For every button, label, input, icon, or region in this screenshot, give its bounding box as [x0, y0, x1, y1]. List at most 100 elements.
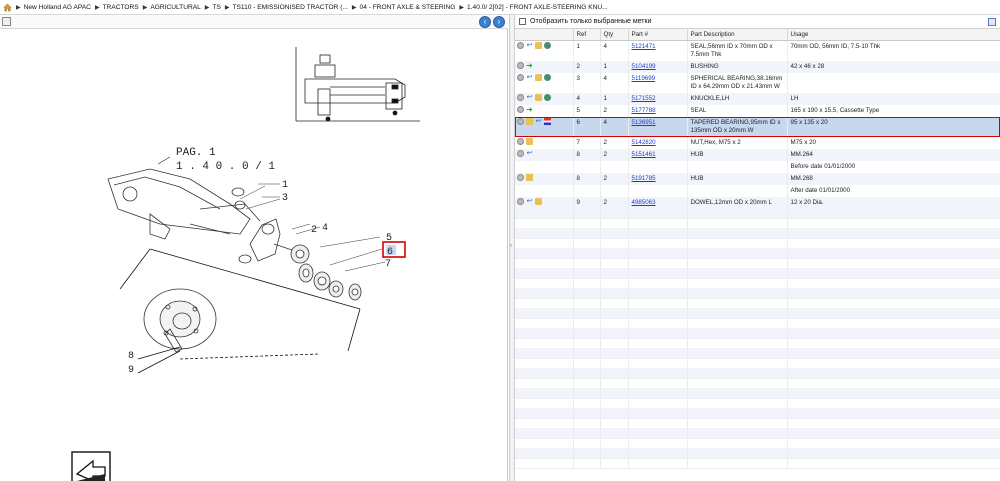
breadcrumb-item[interactable]: 04 - FRONT AXLE & STEERING [360, 4, 456, 11]
info-circle-icon[interactable] [517, 173, 524, 181]
info-circle-icon[interactable] [517, 73, 524, 81]
breadcrumb-item[interactable]: TRACTORS [103, 4, 139, 11]
empty-cell [600, 408, 629, 419]
hierarchy-icon[interactable] [535, 93, 542, 101]
table-row[interactable]: ↩ 1 4 5121471 SEAL,56mm ID x 70mm OD x 7.5mm… [515, 40, 1000, 61]
part-number-link[interactable]: 5191785 [632, 175, 656, 182]
info-circle-icon[interactable] [517, 93, 524, 101]
diagram-panel: ‹ › PAG. 1 1 . 4 0 . 0 / 1 1 3 2 4 5 6 7… [0, 15, 508, 481]
table-row[interactable]: ➜ 2 1 5104199 BUSHING 42 x 46 x 28 [515, 60, 1000, 73]
breadcrumb-item[interactable]: TS [212, 4, 220, 11]
table-row[interactable]: ↩ 9 2 4985063 DOWEL,12mm OD x 20mm L 12 x 20 … [515, 196, 1000, 209]
replacement-arrow-icon[interactable]: ➜ [526, 61, 533, 69]
flag-icon[interactable] [544, 117, 551, 125]
return-arrow-icon[interactable]: ↩ [526, 42, 533, 49]
table-row[interactable]: ↩ 3 4 5119699 SPHERICAL BEARING,38.16mm ID x… [515, 72, 1000, 93]
next-page-arrow-icon[interactable] [71, 451, 111, 481]
part-number-link[interactable]: 5136951 [632, 119, 656, 126]
row-ref: 9 [573, 196, 601, 209]
info-circle-icon[interactable] [517, 105, 524, 113]
hierarchy-icon[interactable] [526, 137, 533, 145]
table-row[interactable]: ↩ 4 1 5171552 KNUCKLE,LH LH [515, 92, 1000, 105]
empty-cell [787, 208, 1000, 219]
part-number-link[interactable]: 5121471 [632, 43, 656, 50]
info-circle-icon[interactable] [517, 149, 524, 157]
header-description[interactable]: Part Description [687, 29, 788, 41]
info-circle-icon[interactable] [517, 41, 524, 49]
replacement-arrow-icon[interactable]: ➜ [526, 105, 533, 113]
part-number-link[interactable]: 5104199 [632, 63, 656, 70]
filter-bar: Отобразить только выбранные метки [515, 15, 1000, 29]
breadcrumb-item[interactable]: TS110 - EMISSIONISED TRACTOR (... [232, 4, 347, 11]
return-arrow-icon[interactable]: ↩ [526, 94, 533, 101]
part-number-link[interactable]: 5151461 [632, 151, 656, 158]
print-icon[interactable] [2, 17, 11, 26]
row-ref: 3 [573, 72, 601, 93]
show-selected-checkbox[interactable] [519, 18, 526, 25]
row-description: HUB [687, 148, 788, 161]
row-ref: 8 [573, 172, 601, 185]
header-qty[interactable]: Qty [600, 29, 629, 41]
empty-cell [687, 388, 788, 399]
header-usage[interactable]: Usage [787, 29, 1000, 41]
header-part[interactable]: Part # [628, 29, 688, 41]
header-ref[interactable]: Ref [573, 29, 601, 41]
empty-cell [628, 398, 688, 409]
globe-icon[interactable] [544, 73, 551, 81]
empty-cell [628, 288, 688, 299]
folder-icon[interactable] [526, 117, 533, 125]
next-diagram-button[interactable]: › [493, 16, 505, 28]
return-arrow-icon[interactable]: ↩ [535, 118, 542, 125]
empty-cell [687, 348, 788, 359]
empty-cell [687, 438, 788, 449]
breadcrumb-separator-icon: ▶ [94, 4, 100, 11]
empty-cell [573, 408, 601, 419]
hierarchy-icon[interactable] [535, 41, 542, 49]
info-circle-icon[interactable] [517, 197, 524, 205]
empty-cell [687, 298, 788, 309]
table-row[interactable]: Before date 01/01/2000 [515, 160, 1000, 173]
return-arrow-icon[interactable]: ↩ [526, 74, 533, 81]
info-circle-icon[interactable] [517, 137, 524, 145]
empty-cell [515, 358, 574, 369]
return-arrow-icon[interactable]: ↩ [526, 150, 533, 157]
empty-cell [573, 318, 601, 329]
breadcrumb-item[interactable]: AGRICULTURAL [150, 4, 200, 11]
globe-icon[interactable] [544, 93, 551, 101]
row-part-number: 5119699 [628, 72, 688, 93]
breadcrumb-separator-icon: ▶ [16, 4, 21, 11]
empty-cell [515, 348, 574, 359]
empty-cell [628, 228, 688, 239]
export-icon[interactable] [988, 18, 996, 26]
part-number-link[interactable]: 4985063 [632, 199, 656, 206]
exploded-diagram: PAG. 1 1 . 4 0 . 0 / 1 1 3 2 4 5 6 7 8 9 [71, 47, 420, 481]
info-circle-icon[interactable] [517, 117, 524, 125]
part-number-link[interactable]: 5177788 [632, 107, 656, 114]
breadcrumb-item[interactable]: New Holland AG APAC [24, 4, 91, 11]
part-number-link[interactable]: 5142820 [632, 139, 656, 146]
row-usage: LH [787, 92, 1000, 105]
hierarchy-icon[interactable] [535, 197, 542, 205]
hierarchy-icon[interactable] [535, 73, 542, 81]
breadcrumb-item[interactable]: 1.40.0/ 2[02] - FRONT AXLE-STEERING KNU.… [467, 4, 608, 11]
empty-cell [787, 318, 1000, 329]
return-arrow-icon[interactable]: ↩ [526, 198, 533, 205]
table-row[interactable]: 7 2 5142820 NUT,Hex, M75 x 2 M75 x 20 [515, 136, 1000, 149]
empty-cell [600, 428, 629, 439]
empty-cell [687, 358, 788, 369]
previous-diagram-button[interactable]: ‹ [479, 16, 491, 28]
empty-row [515, 238, 1000, 249]
breadcrumb-separator-icon: ▶ [142, 4, 148, 11]
info-circle-icon[interactable] [517, 61, 524, 69]
table-row[interactable]: After date 01/01/2000 [515, 184, 1000, 197]
globe-icon[interactable] [544, 41, 551, 49]
empty-cell [515, 268, 574, 279]
table-row[interactable]: ↩ 6 4 5136951 TAPERED BEARING,95mm ID x 135m… [515, 116, 1000, 137]
table-row[interactable]: ➜ 5 2 5177788 SEAL 165 x 190 x 15.5, Cassette… [515, 104, 1000, 117]
folder-icon[interactable] [526, 173, 533, 181]
table-row[interactable]: ↩ 8 2 5151461 HUB MM.264 [515, 148, 1000, 161]
part-number-link[interactable]: 5119699 [632, 75, 656, 82]
table-row[interactable]: 8 2 5191785 HUB MM.268 [515, 172, 1000, 185]
home-icon[interactable] [3, 3, 12, 12]
part-number-link[interactable]: 5171552 [632, 95, 656, 102]
